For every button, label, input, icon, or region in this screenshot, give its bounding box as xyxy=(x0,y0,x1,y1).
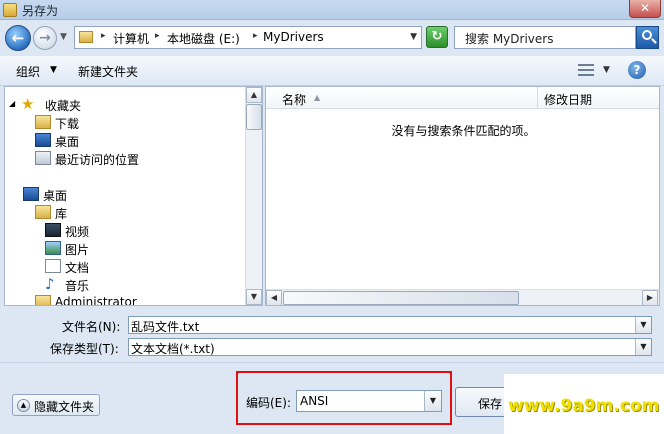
filename-value: 乱码文件.txt xyxy=(131,320,200,334)
user-folder-icon xyxy=(35,295,51,305)
documents-icon xyxy=(45,259,61,273)
breadcrumb-drive-e[interactable]: 本地磁盘 (E:) xyxy=(167,30,240,47)
breadcrumb-mydrivers[interactable]: MyDrivers xyxy=(263,30,324,44)
nav-label: 下载 xyxy=(55,117,80,131)
scroll-up-icon[interactable]: ▲ xyxy=(246,87,262,103)
nav-label: 收藏夹 xyxy=(45,99,82,113)
search-icon[interactable] xyxy=(636,26,659,49)
breadcrumb-arrow-icon[interactable]: ▸ xyxy=(155,31,160,41)
nav-label: 视频 xyxy=(65,225,90,239)
save-as-dialog: 另存为 ✕ ← → ▼ ▸ 计算机 ▸ 本地磁盘 (E:) ▸ MyDriver… xyxy=(0,0,664,434)
breadcrumb-arrow-icon[interactable]: ▸ xyxy=(253,31,258,41)
encoding-dropdown-icon[interactable]: ▼ xyxy=(424,391,441,411)
filename-field[interactable]: 乱码文件.txt ▼ xyxy=(128,316,652,334)
music-icon: ♪ xyxy=(45,275,55,293)
help-icon[interactable]: ? xyxy=(628,61,646,79)
new-folder-button[interactable]: 新建文件夹 xyxy=(78,63,138,80)
navigation-scrollbar[interactable]: ▲ ▼ xyxy=(245,87,262,305)
scroll-left-icon[interactable]: ◀ xyxy=(266,290,282,305)
filetype-value: 文本文档(*.txt) xyxy=(131,342,215,356)
column-header-label: 修改日期 xyxy=(544,93,593,107)
scroll-thumb[interactable] xyxy=(246,104,262,130)
column-header-name[interactable]: 名称 ▲ xyxy=(266,87,538,109)
nav-label: 桌面 xyxy=(55,135,80,149)
collapse-up-icon: ▲ xyxy=(17,399,30,412)
recent-places-icon xyxy=(35,151,51,165)
notepad-icon xyxy=(3,3,17,17)
back-button[interactable]: ← xyxy=(5,25,31,51)
libraries-icon xyxy=(35,205,51,219)
hide-folders-label: 隐藏文件夹 xyxy=(34,400,95,414)
nav-label: 图片 xyxy=(65,243,90,257)
filename-dropdown-icon[interactable]: ▼ xyxy=(635,317,651,333)
video-icon xyxy=(45,223,61,237)
filename-label: 文件名(N): xyxy=(62,320,121,334)
column-header-modified[interactable]: 修改日期 xyxy=(538,87,659,109)
breadcrumb-arrow-icon[interactable]: ▸ xyxy=(101,31,106,41)
nav-label: 音乐 xyxy=(65,279,90,293)
organize-dropdown-icon[interactable]: ▼ xyxy=(50,65,57,75)
desktop-icon xyxy=(35,133,51,147)
scroll-right-icon[interactable]: ▶ xyxy=(642,290,658,305)
address-dropdown-icon[interactable]: ▼ xyxy=(410,32,417,42)
column-header-label: 名称 xyxy=(282,93,307,107)
downloads-folder-icon xyxy=(35,115,51,129)
navigation-bar: ← → ▼ ▸ 计算机 ▸ 本地磁盘 (E:) ▸ MyDrivers ▼ ↻ … xyxy=(0,20,664,54)
desktop-icon xyxy=(23,187,39,201)
encoding-value: ANSI xyxy=(300,394,329,408)
hide-folders-button[interactable]: ▲ 隐藏文件夹 xyxy=(12,394,100,416)
search-input[interactable]: 搜索 MyDrivers xyxy=(454,26,636,49)
empty-results-message: 没有与搜索条件匹配的项。 xyxy=(391,124,536,138)
history-dropdown-icon[interactable]: ▼ xyxy=(60,32,67,42)
horizontal-scrollbar[interactable]: ◀ ▶ xyxy=(266,289,659,305)
encoding-select[interactable]: ANSI ▼ xyxy=(296,390,442,412)
command-toolbar: 组织 ▼ 新建文件夹 ▼ ? xyxy=(0,56,664,86)
window-title: 另存为 xyxy=(22,4,59,18)
filetype-label: 保存类型(T): xyxy=(50,342,119,356)
forward-button[interactable]: → xyxy=(33,26,57,50)
encoding-label: 编码(E): xyxy=(246,396,291,410)
nav-label: 桌面 xyxy=(43,189,68,203)
filetype-select[interactable]: 文本文档(*.txt) ▼ xyxy=(128,338,652,356)
nav-label: 最近访问的位置 xyxy=(55,153,140,167)
address-bar[interactable]: ▸ 计算机 ▸ 本地磁盘 (E:) ▸ MyDrivers ▼ xyxy=(74,26,422,49)
breadcrumb-computer[interactable]: 计算机 xyxy=(113,30,149,47)
folder-icon xyxy=(79,31,93,43)
sort-ascending-icon: ▲ xyxy=(314,93,321,102)
nav-label: Administrator xyxy=(55,295,137,306)
organize-button[interactable]: 组织 xyxy=(16,63,40,80)
site-watermark: www.9a9m.com xyxy=(504,374,664,434)
title-bar: 另存为 ✕ xyxy=(0,0,664,20)
encoding-highlight-box: 编码(E): ANSI ▼ xyxy=(236,371,452,425)
star-icon: ★ xyxy=(21,95,35,113)
nav-label: 文档 xyxy=(65,261,90,275)
view-dropdown-icon[interactable]: ▼ xyxy=(603,65,610,75)
view-options-icon[interactable] xyxy=(578,63,594,77)
pictures-icon xyxy=(45,241,61,255)
nav-label: 库 xyxy=(55,207,68,221)
navigation-pane: ◢ ★ 收藏夹 下载 桌面 最近访问的位置 桌面 库 视频 图片 文档 ♪ 音乐… xyxy=(4,86,263,306)
scroll-thumb[interactable] xyxy=(283,291,519,305)
expand-arrow-icon[interactable]: ◢ xyxy=(9,99,15,108)
file-list: 名称 ▲ 修改日期 没有与搜索条件匹配的项。 ◀ ▶ xyxy=(265,86,660,306)
filetype-dropdown-icon[interactable]: ▼ xyxy=(635,339,651,355)
refresh-button[interactable]: ↻ xyxy=(426,26,448,48)
close-button[interactable]: ✕ xyxy=(629,0,661,18)
scroll-down-icon[interactable]: ▼ xyxy=(246,289,262,305)
